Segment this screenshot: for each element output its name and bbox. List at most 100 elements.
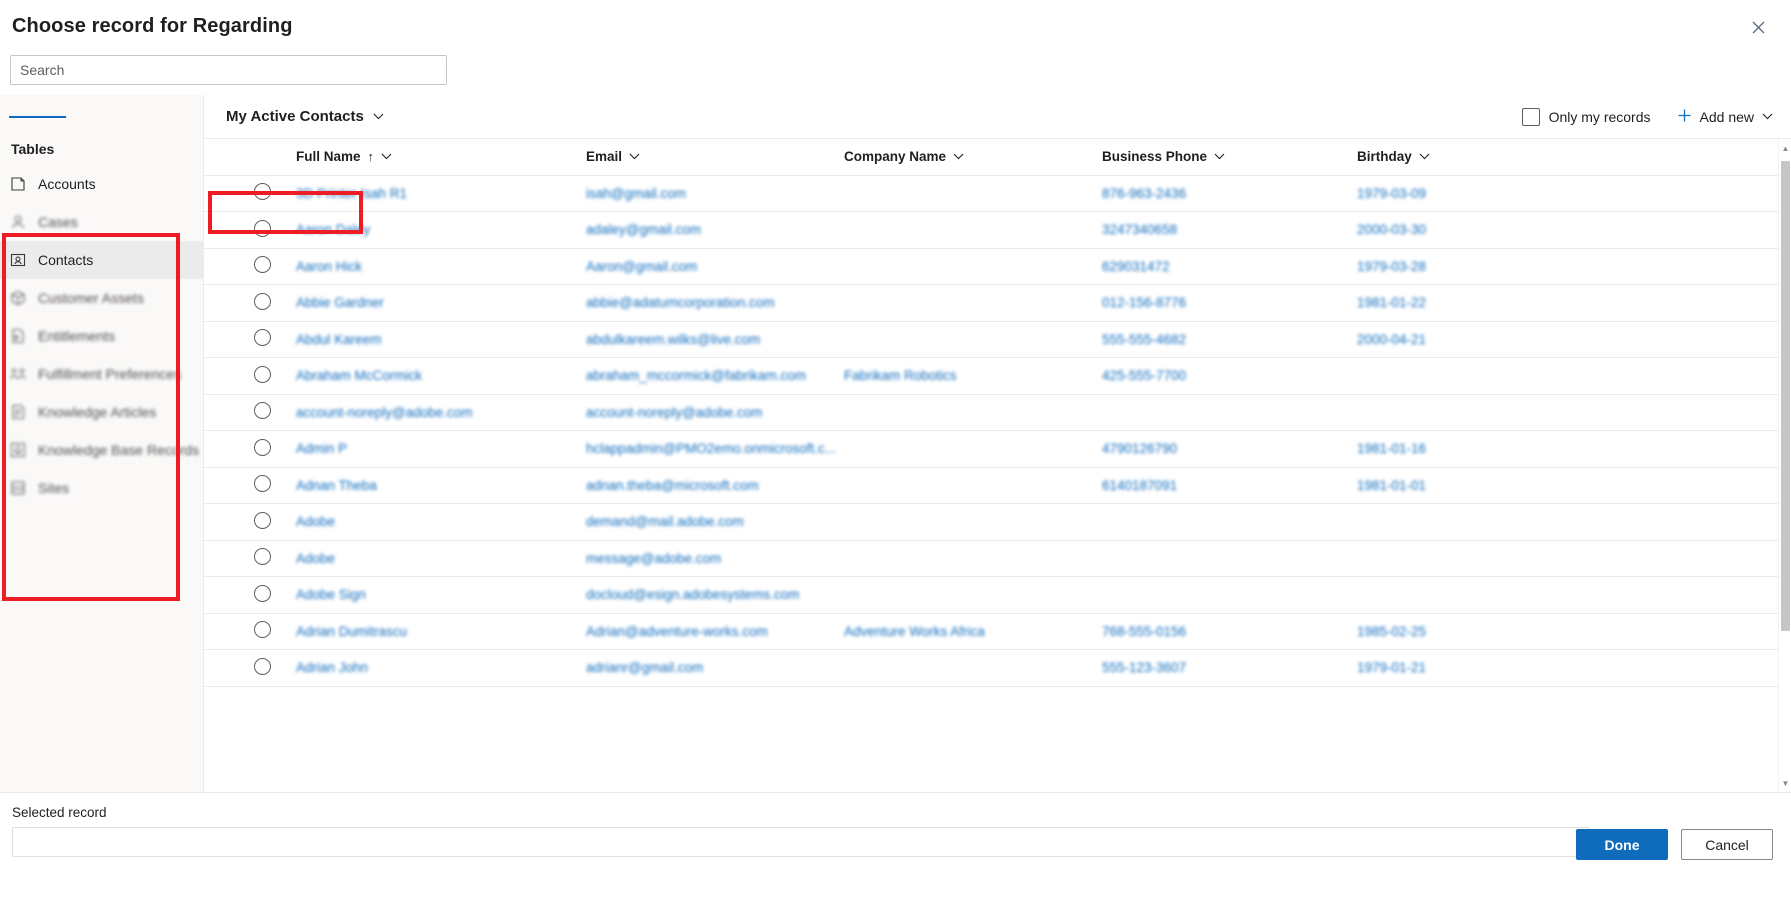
cell-birthday: 1981-01-16	[1357, 430, 1607, 468]
people-group-icon	[9, 365, 27, 383]
cell-filler	[1607, 321, 1791, 358]
table-row[interactable]: Aaron Daley adaley@gmail.com 3247340658 200…	[204, 211, 1791, 249]
column-header-select	[204, 139, 296, 176]
chevron-down-icon[interactable]	[629, 151, 640, 163]
cell-birthday: 1979-03-09	[1357, 175, 1607, 212]
cell-fullname[interactable]: Abdul Kareem	[296, 321, 586, 358]
row-radio-button[interactable]	[254, 292, 271, 310]
table-row[interactable]: Adobe Sign docloud@esign.adobesystems.com	[204, 576, 1791, 614]
row-radio-button[interactable]	[254, 548, 271, 566]
view-selector[interactable]: My Active Contacts	[220, 104, 390, 129]
cell-fullname[interactable]: account-noreply@adobe.com	[296, 394, 586, 431]
row-select-cell[interactable]	[204, 394, 296, 431]
cell-fullname[interactable]: Adrian John	[296, 649, 586, 687]
search-input[interactable]	[10, 55, 447, 85]
row-select-cell[interactable]	[204, 467, 296, 504]
selected-record-field[interactable]	[12, 827, 1589, 857]
sidebar-item-sites[interactable]: Sites	[0, 469, 203, 507]
row-radio-button[interactable]	[254, 438, 271, 456]
scroll-up-arrow-icon[interactable]: ▲	[1779, 141, 1791, 155]
chevron-down-icon[interactable]	[1419, 151, 1430, 163]
column-header-fullname[interactable]: Full Name ↑	[296, 139, 586, 176]
column-header-birthday[interactable]: Birthday	[1357, 139, 1607, 176]
column-header-email[interactable]: Email	[586, 139, 844, 176]
cell-birthday: 2000-03-30	[1357, 211, 1607, 249]
row-radio-button[interactable]	[254, 365, 271, 383]
row-select-cell[interactable]	[204, 430, 296, 468]
only-my-records-checkbox[interactable]	[1521, 107, 1540, 126]
scrollbar-thumb[interactable]	[1781, 161, 1790, 631]
view-selector-label: My Active Contacts	[226, 108, 364, 125]
row-select-cell[interactable]	[204, 357, 296, 395]
table-row[interactable]: Aaron Hick Aaron@gmail.com 629031472 1979-0…	[204, 248, 1791, 285]
row-radio-button[interactable]	[254, 329, 271, 347]
row-radio-button[interactable]	[254, 511, 271, 529]
cell-fullname[interactable]: Adnan Theba	[296, 467, 586, 504]
table-row[interactable]: Admin Phclappadmin@PMO2emo.onmicrosoft.c…	[204, 430, 1791, 468]
cell-fullname[interactable]: Aaron Hick	[296, 248, 586, 285]
row-radio-button[interactable]	[254, 183, 271, 201]
table-row[interactable]: account-noreply@adobe.com account-noreply…	[204, 394, 1791, 431]
add-new-button[interactable]: Add new	[1677, 108, 1773, 126]
cell-fullname[interactable]: Adrian Dumitrascu	[296, 613, 586, 650]
cell-fullname[interactable]: Adobe	[296, 503, 586, 541]
chevron-down-icon[interactable]	[1214, 151, 1225, 163]
table-row[interactable]: Adrian John adrianr@gmail.com 555-123-3607…	[204, 649, 1791, 687]
hamburger-menu-icon[interactable]	[0, 101, 203, 133]
cell-fullname[interactable]: Abraham McCormick	[296, 357, 586, 395]
only-my-records-label: Only my records	[1548, 108, 1651, 125]
cancel-button[interactable]: Cancel	[1681, 829, 1773, 860]
row-radio-button[interactable]	[254, 402, 271, 420]
chevron-down-icon[interactable]	[953, 151, 964, 163]
row-radio-button[interactable]	[254, 256, 271, 274]
table-row[interactable]: Abraham McCormick abraham_mccormick@fabri…	[204, 357, 1791, 395]
row-select-cell[interactable]	[204, 284, 296, 322]
sidebar-item-contacts[interactable]: Contacts	[0, 241, 203, 279]
row-select-cell[interactable]	[204, 248, 296, 285]
row-select-cell[interactable]	[204, 211, 296, 249]
column-header-phone[interactable]: Business Phone	[1102, 139, 1357, 176]
row-radio-button[interactable]	[254, 475, 271, 493]
cell-fullname[interactable]: Aaron Daley	[296, 211, 586, 249]
sidebar-item-fulfillment-preferences[interactable]: Fulfillment Preferences	[0, 355, 203, 393]
row-select-cell[interactable]	[204, 175, 296, 212]
chevron-down-icon[interactable]	[1762, 111, 1773, 123]
cell-fullname[interactable]: 3D Printer Isah R1	[296, 175, 586, 212]
row-select-cell[interactable]	[204, 649, 296, 687]
row-radio-button[interactable]	[254, 219, 271, 237]
column-header-company[interactable]: Company Name	[844, 139, 1102, 176]
row-select-cell[interactable]	[204, 503, 296, 541]
table-row[interactable]: Adnan Theba adnan.theba@microsoft.com 6140…	[204, 467, 1791, 504]
table-row[interactable]: Adobe demand@mail.adobe.com	[204, 503, 1791, 541]
row-radio-button[interactable]	[254, 621, 271, 639]
done-button[interactable]: Done	[1576, 829, 1668, 860]
row-select-cell[interactable]	[204, 540, 296, 577]
cell-fullname[interactable]: Abbie Gardner	[296, 284, 586, 322]
sidebar-item-knowledge-base-records[interactable]: Knowledge Base Records	[0, 431, 203, 469]
sidebar-item-cases[interactable]: Cases	[0, 203, 203, 241]
row-radio-button[interactable]	[254, 657, 271, 675]
close-icon[interactable]	[1743, 12, 1773, 42]
table-row[interactable]: Abbie Gardner abbie@adatumcorporation.com…	[204, 284, 1791, 322]
knowledge-base-icon	[9, 441, 27, 459]
cell-filler	[1607, 248, 1791, 285]
row-radio-button[interactable]	[254, 584, 271, 602]
only-my-records-toggle[interactable]: Only my records	[1521, 107, 1651, 126]
cell-fullname[interactable]: Adobe Sign	[296, 576, 586, 614]
table-row[interactable]: Adrian Dumitrascu Adrian@adventure-works.…	[204, 613, 1791, 650]
table-row[interactable]: Adobe message@adobe.com	[204, 540, 1791, 577]
sidebar-item-accounts[interactable]: Accounts	[0, 165, 203, 203]
chevron-down-icon[interactable]	[381, 151, 392, 163]
row-select-cell[interactable]	[204, 613, 296, 650]
row-select-cell[interactable]	[204, 576, 296, 614]
row-select-cell[interactable]	[204, 321, 296, 358]
sidebar-item-knowledge-articles[interactable]: Knowledge Articles	[0, 393, 203, 431]
cell-fullname[interactable]: Adobe	[296, 540, 586, 577]
cell-fullname[interactable]: Admin P	[296, 430, 586, 468]
table-row[interactable]: Abdul Kareem abdulkareem.wilks@live.com 55…	[204, 321, 1791, 358]
sidebar-item-customer-assets[interactable]: Customer Assets	[0, 279, 203, 317]
table-row[interactable]: 3D Printer Isah R1 isah@gmail.com 876-963-…	[204, 175, 1791, 212]
scroll-down-arrow-icon[interactable]: ▼	[1779, 776, 1791, 790]
sidebar-item-entitlements[interactable]: Entitlements	[0, 317, 203, 355]
grid-vertical-scrollbar[interactable]: ▲ ▼	[1778, 139, 1791, 792]
